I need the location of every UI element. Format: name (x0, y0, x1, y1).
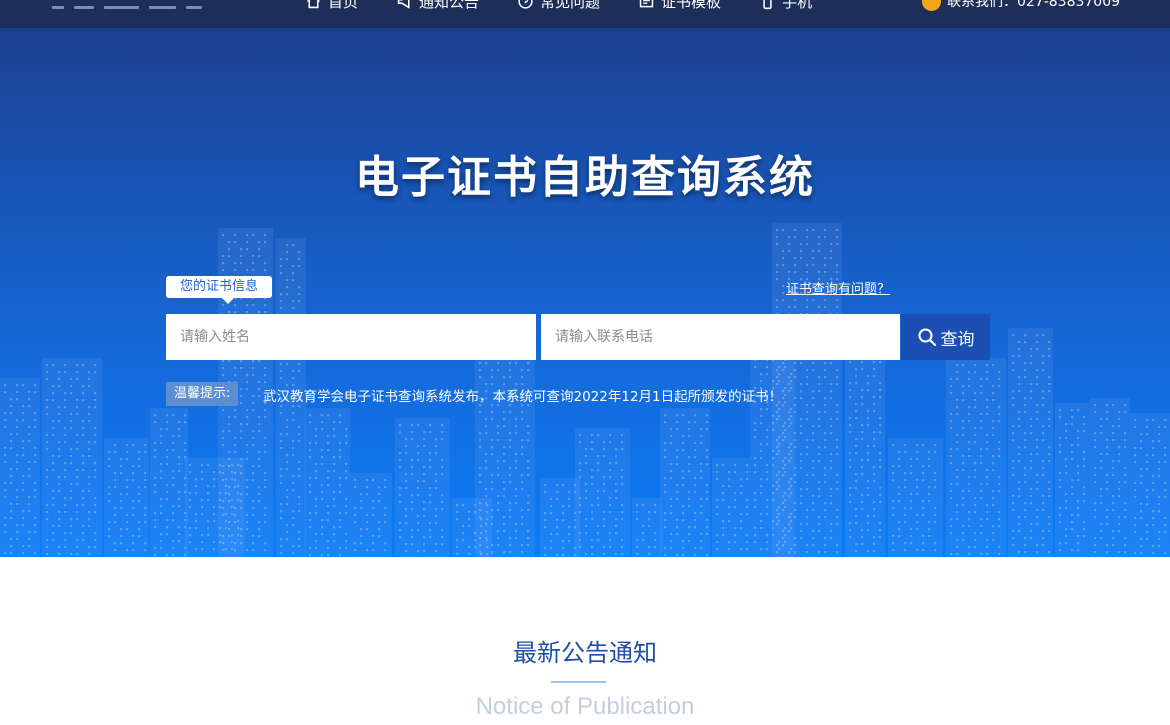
nav-item-notices[interactable]: 通知公告 (396, 0, 479, 12)
nav-item-templates[interactable]: 证书模板 (638, 0, 721, 12)
site-logo[interactable] (52, 0, 202, 9)
tip-text: 武汉教育学会电子证书查询系统发布，本系统可查询2022年12月1日起所颁发的证书… (263, 389, 783, 405)
nav-item-home[interactable]: 首页 (305, 0, 358, 12)
phone-icon (763, 0, 772, 9)
section-divider (551, 681, 606, 683)
home-icon (307, 0, 320, 8)
help-link[interactable]: 证书查询有问题？ (786, 278, 890, 297)
hotline-text: 联系我们：027-83837009 (947, 0, 1121, 10)
search-icon (918, 328, 936, 347)
main-nav: 首页 通知公告 常见问题 证书模板 手机 (305, 0, 850, 12)
phone-call-icon (922, 0, 941, 11)
page-title: 电子证书自助查询系统 (355, 152, 815, 203)
name-input[interactable] (166, 314, 536, 360)
contact-hotline: 联系我们：027-83837009 (922, 0, 1120, 12)
cert-info-tag: 您的证书信息 (166, 276, 273, 304)
nav-item-label: 首页 (328, 0, 359, 11)
megaphone-icon (397, 0, 410, 9)
nav-item-mobile[interactable]: 手机 (759, 0, 812, 12)
nav-item-faq[interactable]: 常见问题 (517, 0, 600, 12)
top-nav-bar: 首页 通知公告 常见问题 证书模板 手机 联系我们：027-83837009 (0, 0, 1170, 28)
nav-item-label: 常见问题 (540, 0, 601, 11)
nav-item-label: 证书模板 (661, 0, 722, 11)
section-subtitle: Notice of Publication (475, 693, 695, 720)
certificate-icon (639, 0, 654, 7)
question-icon (518, 0, 533, 9)
search-button[interactable]: 查询 (901, 314, 990, 360)
search-button-label: 查询 (940, 329, 975, 350)
tip-label: 温馨提示: (166, 382, 239, 406)
hero-search-section: 电子证书自助查询系统 您的证书信息 证书查询有问题？ 查询 温馨提示: 武汉教育… (0, 28, 1170, 557)
nav-item-label: 通知公告 (419, 0, 480, 11)
nav-item-label: 手机 (782, 0, 813, 11)
phone-input[interactable] (541, 314, 900, 360)
section-title: 最新公告通知 (513, 639, 657, 667)
